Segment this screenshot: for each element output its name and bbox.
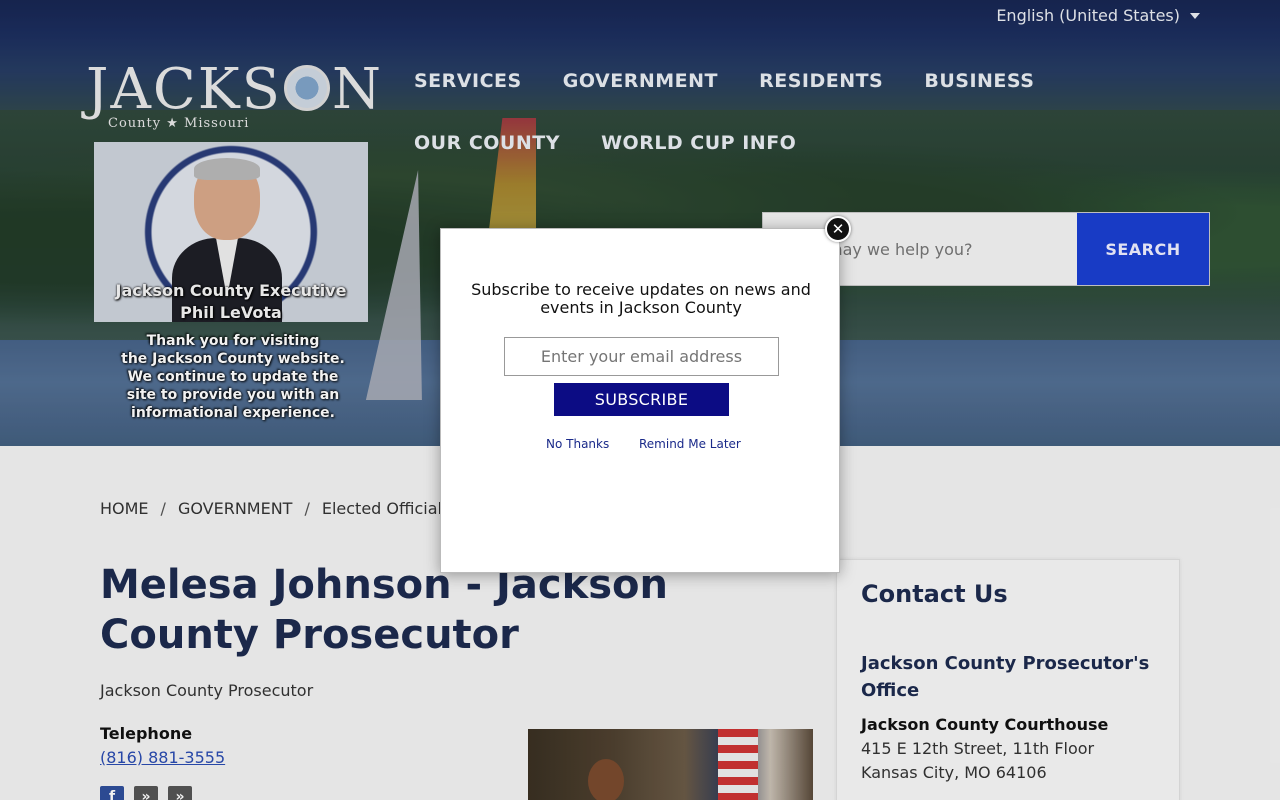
- no-thanks-link[interactable]: No Thanks: [546, 437, 609, 451]
- close-icon[interactable]: ✕: [825, 216, 851, 242]
- subscribe-button[interactable]: SUBSCRIBE: [554, 383, 729, 416]
- subscribe-modal: Subscribe to receive updates on news and…: [440, 228, 840, 573]
- subscribe-message: Subscribe to receive updates on news and…: [471, 280, 811, 317]
- email-field[interactable]: [504, 337, 779, 376]
- remind-me-later-link[interactable]: Remind Me Later: [639, 437, 741, 451]
